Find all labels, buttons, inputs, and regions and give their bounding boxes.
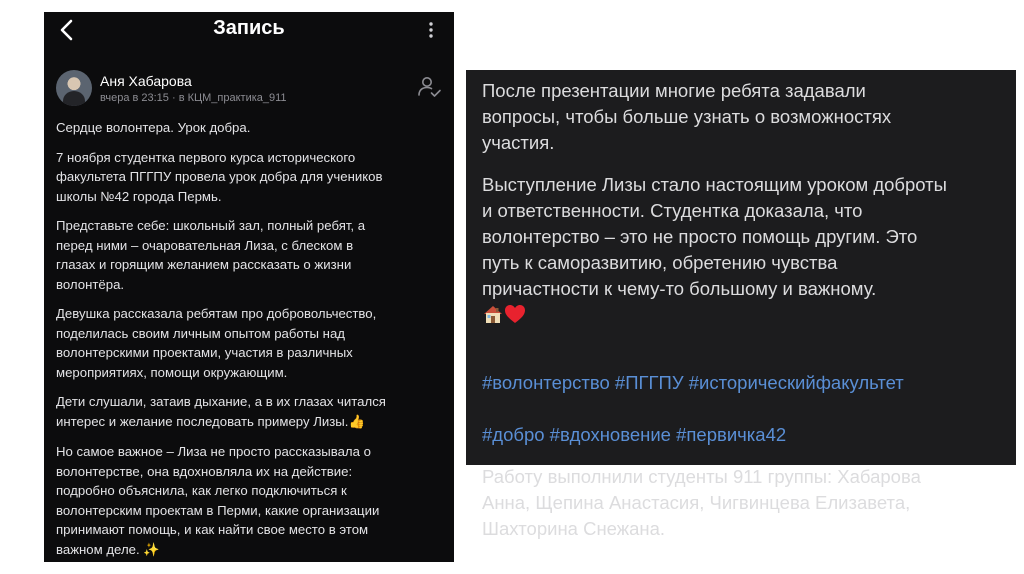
top-bar: Запись	[44, 12, 454, 48]
post-text: Сердце волонтера. Урок добра. 7 ноября с…	[56, 118, 446, 562]
post-meta: вчера в 23:15 · в КЦМ_практика_911	[100, 92, 287, 104]
hashtags: #волонтерство #ПГГПУ #историческийфакуль…	[482, 344, 1001, 448]
continuation-paragraph-1: После презентации многие ребята задавали…	[482, 80, 892, 153]
author-name[interactable]: Аня Хабарова	[100, 73, 192, 89]
continuation-paragraph-2-text: Выступление Лизы стало настоящим уроком …	[482, 174, 947, 299]
user-check-icon[interactable]	[416, 74, 442, 100]
post-paragraph-1: Сердце волонтера. Урок добра.	[56, 120, 251, 135]
hashtags-line-1[interactable]: #волонтерство #ПГГПУ #историческийфакуль…	[482, 372, 904, 393]
post-screen: Запись Аня Хабарова вчера в 23:15 · в КЦ…	[44, 12, 454, 562]
avatar[interactable]	[56, 70, 92, 106]
post-continuation: После презентации многие ребята задавали…	[466, 70, 1016, 539]
post-author: Аня Хабарова вчера в 23:15 · в КЦМ_практ…	[56, 70, 444, 110]
continuation-paragraph-3: Работу выполнили студенты 911 группы: Ха…	[482, 466, 921, 539]
post-paragraph-6-text: Но самое важное – Лиза не просто рассказ…	[56, 444, 380, 557]
post-paragraph-3: Представьте себе: школьный зал, полный р…	[56, 218, 366, 292]
thumbs-up-emoji-icon: 👍	[348, 414, 365, 430]
post-paragraph-5: Дети слушали, затаив дыхание, а в их гла…	[56, 392, 446, 432]
post-paragraph-2: 7 ноября студентка первого курса историч…	[56, 149, 383, 204]
sparkles-emoji-icon: ✨	[143, 542, 160, 558]
more-vertical-icon[interactable]	[422, 21, 440, 39]
page-title: Запись	[213, 17, 285, 39]
post-paragraph-6: Но самое важное – Лиза не просто рассказ…	[56, 442, 446, 560]
post-paragraph-5-text: Дети слушали, затаив дыхание, а в их гла…	[56, 394, 386, 429]
post-paragraph-4: Девушка рассказала ребятам про доброволь…	[56, 306, 377, 380]
red-heart-emoji-icon	[505, 305, 525, 323]
hashtags-line-2[interactable]: #добро #вдохновение #первичка42	[482, 424, 786, 445]
house-emoji-icon	[484, 306, 502, 323]
continuation-paragraph-2: Выступление Лизы стало настоящим уроком …	[482, 172, 1001, 328]
